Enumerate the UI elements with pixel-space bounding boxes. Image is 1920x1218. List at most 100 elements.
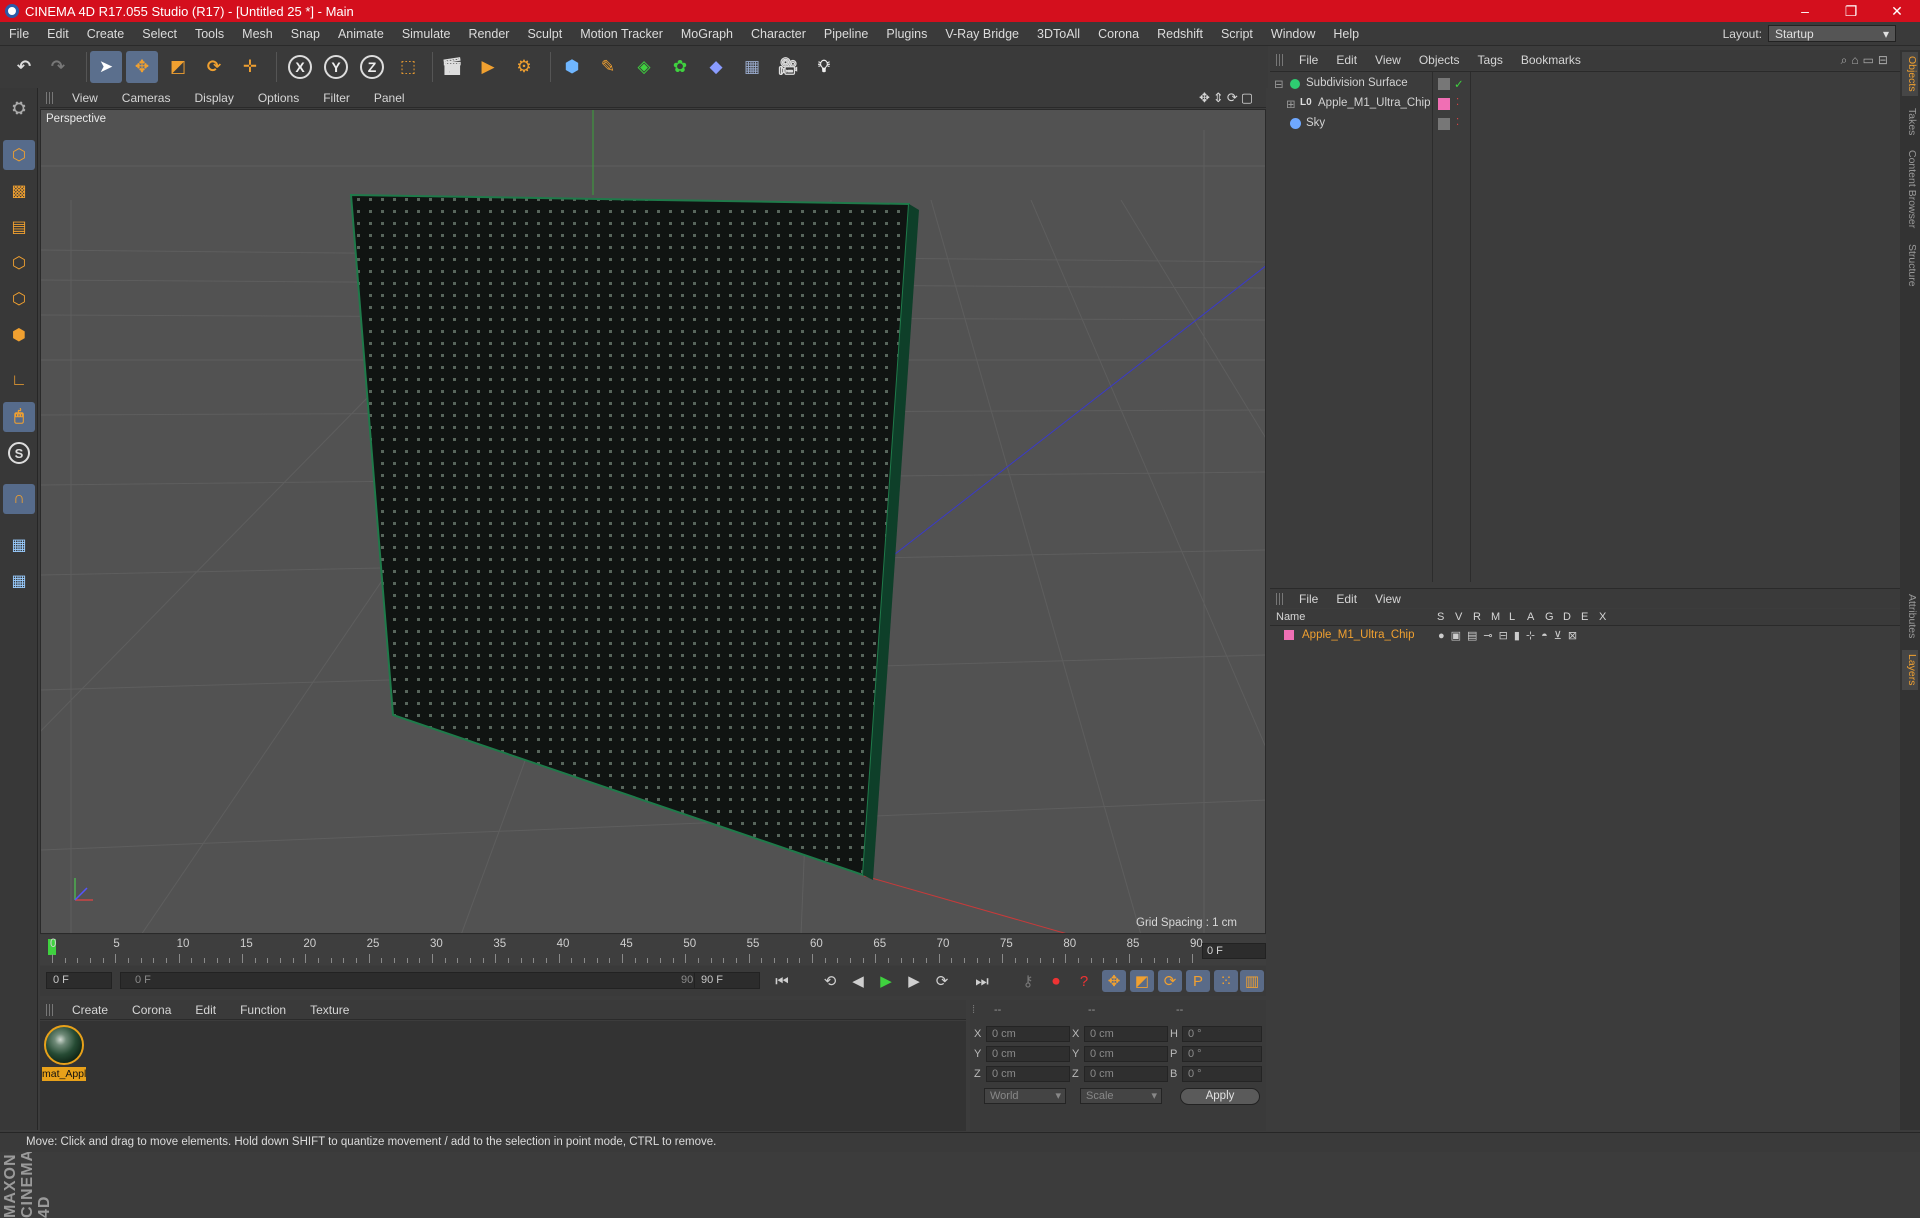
- column-render[interactable]: R: [1473, 611, 1481, 623]
- close-button[interactable]: ✕: [1874, 3, 1920, 20]
- tweak-mode-button[interactable]: 🖱︎: [3, 402, 35, 432]
- rot-b-field[interactable]: 0 °: [1182, 1066, 1262, 1082]
- lm-menu-view[interactable]: View: [1366, 592, 1410, 606]
- rotate-tool-button[interactable]: ⟳: [198, 51, 230, 83]
- layout-dropdown[interactable]: Startup ▾: [1768, 25, 1896, 42]
- timeline-window-button[interactable]: ▥: [1240, 970, 1264, 992]
- menu-motion-tracker[interactable]: Motion Tracker: [571, 27, 672, 41]
- checkmark-icon[interactable]: ✓: [1454, 77, 1464, 91]
- live-selection-button[interactable]: ➤: [90, 51, 122, 83]
- autokey-button[interactable]: ⏺: [1044, 970, 1068, 992]
- points-mode-button[interactable]: ⬡: [3, 248, 35, 278]
- coordinate-system-button[interactable]: ⬚: [392, 51, 424, 83]
- light-object-button[interactable]: 💡︎: [808, 51, 840, 83]
- menu-corona[interactable]: Corona: [1089, 27, 1148, 41]
- timeline-ruler[interactable]: 0 5 10 15 20 25 30 35 40 45 50 55 60 65 70 75 80 85 90: [40, 935, 1266, 965]
- column-expressions[interactable]: E: [1581, 611, 1588, 623]
- go-to-next-key-button[interactable]: ⟳: [930, 970, 954, 992]
- x-axis-button[interactable]: X: [284, 51, 316, 83]
- size-z-field[interactable]: 0 cm: [1084, 1066, 1168, 1082]
- material-menu-corona[interactable]: Corona: [120, 1003, 183, 1017]
- key-scale-button[interactable]: ◩: [1130, 970, 1154, 992]
- menu-mesh[interactable]: Mesh: [233, 27, 282, 41]
- size-x-field[interactable]: 0 cm: [1084, 1026, 1168, 1042]
- layer-flag-icons[interactable]: ●▣▤⊸⊟▮⊹◓⊻⊠: [1438, 629, 1583, 642]
- om-menu-view[interactable]: View: [1366, 53, 1410, 67]
- lm-menu-file[interactable]: File: [1290, 592, 1327, 606]
- menu-select[interactable]: Select: [133, 27, 186, 41]
- editor-visibility-toggle[interactable]: [1438, 78, 1450, 90]
- render-picture-viewer-button[interactable]: ▶: [472, 51, 504, 83]
- cube-object-button[interactable]: ⬢: [556, 51, 588, 83]
- rot-p-field[interactable]: 0 °: [1182, 1046, 1262, 1062]
- material-menu-edit[interactable]: Edit: [183, 1003, 228, 1017]
- layer-color-swatch[interactable]: [1438, 98, 1450, 110]
- go-to-start-button[interactable]: ⏮: [770, 970, 794, 992]
- workplane-align-button[interactable]: ▦: [3, 566, 35, 596]
- pos-x-field[interactable]: 0 cm: [986, 1026, 1070, 1042]
- size-mode-dropdown[interactable]: Scale ▾: [1080, 1088, 1162, 1104]
- go-to-previous-key-button[interactable]: ⟲: [818, 970, 842, 992]
- deformer-button[interactable]: ◆: [700, 51, 732, 83]
- minimize-button[interactable]: –: [1782, 3, 1828, 20]
- om-menu-bookmarks[interactable]: Bookmarks: [1512, 53, 1590, 67]
- y-axis-button[interactable]: Y: [320, 51, 352, 83]
- menu-create[interactable]: Create: [78, 27, 134, 41]
- material-menu-create[interactable]: Create: [60, 1003, 120, 1017]
- viewport-menu-panel[interactable]: Panel: [362, 91, 417, 105]
- make-editable-button[interactable]: ⛭: [3, 94, 35, 124]
- floor-object-button[interactable]: ▦: [736, 51, 768, 83]
- texture-mode-button[interactable]: ▩: [3, 176, 35, 206]
- om-search-home-icons[interactable]: ⌕⌂▭⊟: [1841, 53, 1900, 68]
- menu-tools[interactable]: Tools: [186, 27, 233, 41]
- object-row-subdivision-surface[interactable]: ⊟ Subdivision Surface ✓: [1270, 74, 1900, 94]
- apple-m1-ultra-chip-mesh[interactable]: [349, 193, 911, 877]
- scale-tool-button[interactable]: ◩: [162, 51, 194, 83]
- om-menu-file[interactable]: File: [1290, 53, 1327, 67]
- model-mode-button[interactable]: ⬡: [3, 140, 35, 170]
- z-axis-button[interactable]: Z: [356, 51, 388, 83]
- column-animation[interactable]: A: [1527, 611, 1534, 623]
- tab-takes[interactable]: Takes: [1902, 104, 1918, 139]
- viewport-navigation-icons[interactable]: ✥⇕⟳▢: [1199, 90, 1266, 106]
- go-to-end-button[interactable]: ⏭: [970, 970, 994, 992]
- pos-y-field[interactable]: 0 cm: [986, 1046, 1070, 1062]
- key-position-button[interactable]: ✥: [1102, 970, 1126, 992]
- subdivision-surface-button[interactable]: ◈: [628, 51, 660, 83]
- tab-attributes[interactable]: Attributes: [1902, 590, 1918, 642]
- om-menu-edit[interactable]: Edit: [1327, 53, 1366, 67]
- edges-mode-button[interactable]: ⬡: [3, 284, 35, 314]
- perspective-viewport[interactable]: Perspective Grid Spacing : 1 cm: [40, 109, 1266, 934]
- polygons-mode-button[interactable]: ⬢: [3, 320, 35, 350]
- viewport-menu-view[interactable]: View: [60, 91, 110, 105]
- object-row-sky[interactable]: Sky ⁚: [1270, 114, 1900, 134]
- material-menu-function[interactable]: Function: [228, 1003, 298, 1017]
- collapse-icon[interactable]: ⊟: [1274, 77, 1284, 91]
- column-xref[interactable]: X: [1599, 611, 1606, 623]
- menu-edit[interactable]: Edit: [38, 27, 78, 41]
- menu-redshift[interactable]: Redshift: [1148, 27, 1212, 41]
- tab-content-browser[interactable]: Content Browser: [1902, 146, 1918, 232]
- mograph-cloner-button[interactable]: ✿: [664, 51, 696, 83]
- om-menu-tags[interactable]: Tags: [1469, 53, 1512, 67]
- pos-z-field[interactable]: 0 cm: [986, 1066, 1070, 1082]
- column-solo[interactable]: S: [1437, 611, 1444, 623]
- column-generators[interactable]: G: [1545, 611, 1554, 623]
- column-locked[interactable]: L: [1509, 611, 1515, 623]
- snap-button[interactable]: ∩: [3, 484, 35, 514]
- pen-spline-button[interactable]: ✎: [592, 51, 624, 83]
- previous-frame-button[interactable]: ◀: [846, 970, 870, 992]
- menu-snap[interactable]: Snap: [282, 27, 329, 41]
- material-menu-texture[interactable]: Texture: [298, 1003, 361, 1017]
- solo-button[interactable]: S: [3, 438, 35, 468]
- lm-menu-edit[interactable]: Edit: [1327, 592, 1366, 606]
- om-menu-objects[interactable]: Objects: [1410, 53, 1469, 67]
- visibility-dots-icon[interactable]: ⁚: [1456, 117, 1459, 128]
- record-keys-button[interactable]: ⚷: [1016, 970, 1040, 992]
- menu-vray-bridge[interactable]: V-Ray Bridge: [936, 27, 1028, 41]
- key-parameter-button[interactable]: P: [1186, 970, 1210, 992]
- maximize-button[interactable]: ❐: [1828, 3, 1874, 20]
- layer-row[interactable]: Apple_M1_Ultra_Chip ●▣▤⊸⊟▮⊹◓⊻⊠: [1270, 626, 1900, 646]
- viewport-menu-options[interactable]: Options: [246, 91, 311, 105]
- render-settings-button[interactable]: ⚙: [508, 51, 540, 83]
